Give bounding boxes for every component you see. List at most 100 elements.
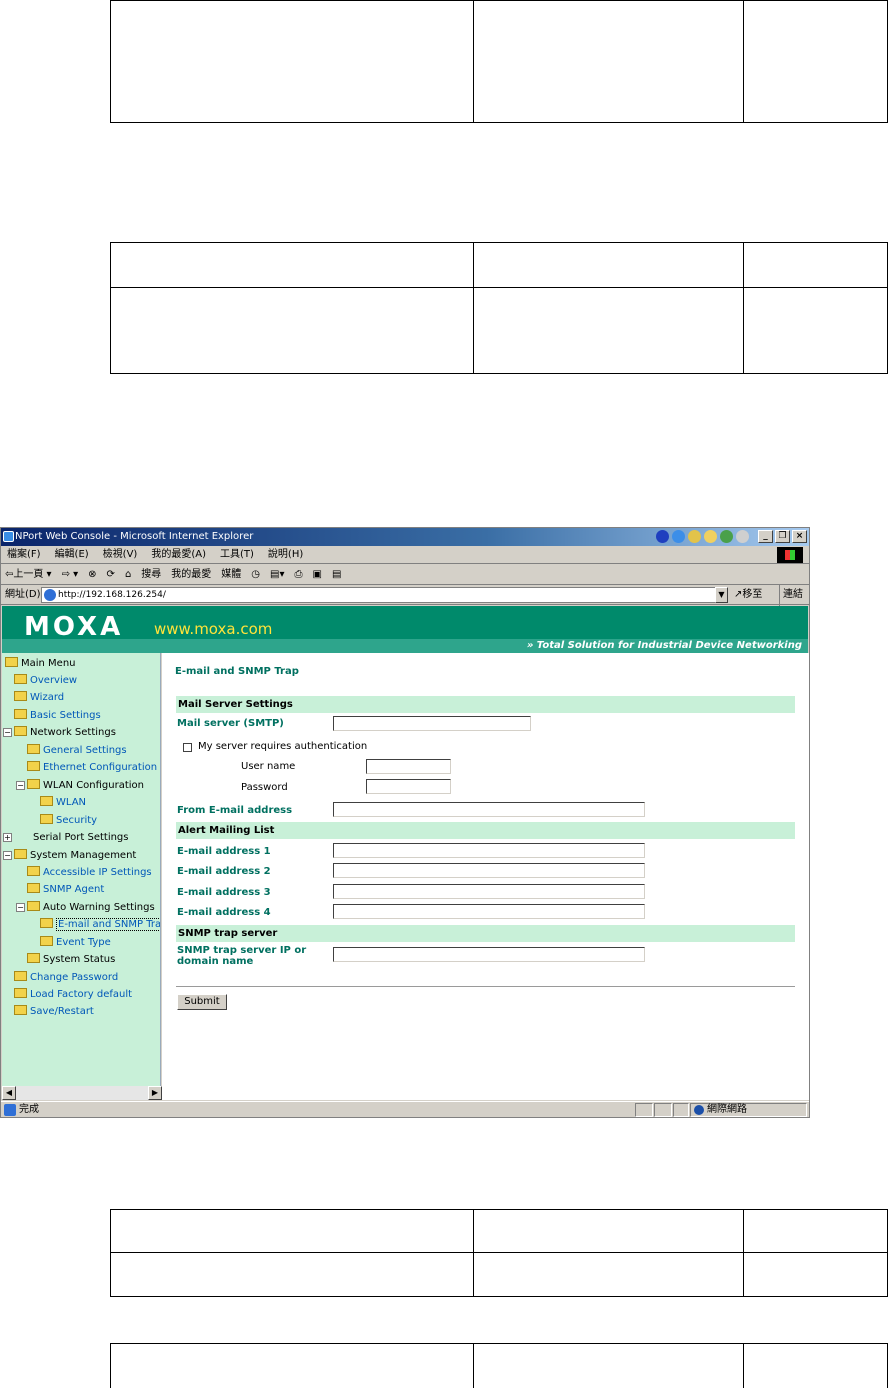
history-icon[interactable]: ◷ (251, 565, 260, 584)
username-input[interactable] (366, 759, 451, 774)
tray-icon (736, 530, 749, 543)
moxa-logo: MOXA (24, 612, 124, 642)
go-button[interactable]: ↗移至 (734, 585, 762, 605)
print-icon[interactable]: ⎙ (295, 565, 303, 584)
url-text: http://192.168.126.254/ (58, 590, 166, 600)
address-input[interactable]: http://192.168.126.254/ (41, 587, 727, 603)
page-done-icon (4, 1104, 16, 1116)
from-email-input[interactable] (333, 802, 645, 817)
email-2-input[interactable] (333, 863, 645, 878)
folder-icon (14, 1005, 27, 1015)
tree-item-save-restart[interactable]: Save/Restart (14, 1004, 94, 1020)
address-label: 網址(D) (5, 589, 41, 600)
browser-window: NPort Web Console - Microsoft Internet E… (0, 527, 810, 1118)
refresh-icon[interactable]: ⟳ (107, 565, 115, 584)
email-1-input[interactable] (333, 843, 645, 858)
menu-view[interactable]: 檢視(V) (103, 546, 138, 563)
menu-edit[interactable]: 編輯(E) (55, 546, 89, 563)
tree-item-accessible-ip-settings[interactable]: Accessible IP Settings (27, 865, 152, 881)
restore-button[interactable]: ❐ (775, 530, 790, 543)
search-button[interactable]: 搜尋 (141, 565, 161, 584)
sidebar-scrollbar[interactable]: ◀ ▶ (2, 1086, 162, 1100)
expand-icon[interactable]: + (3, 833, 12, 842)
tree-item-system-management[interactable]: − System Management (3, 848, 136, 864)
tree-item-general-settings[interactable]: General Settings (27, 743, 127, 759)
ie-icon (3, 531, 14, 542)
tree-item-basic-settings[interactable]: Basic Settings (14, 708, 101, 724)
table-cell (472, 1343, 745, 1388)
menu-help[interactable]: 說明(H) (268, 546, 303, 563)
tray-icon (672, 530, 685, 543)
status-text: 完成 (19, 1104, 39, 1115)
tree-item-change-password[interactable]: Change Password (14, 970, 118, 986)
mail-icon[interactable]: ▤▾ (270, 565, 284, 584)
tree-item-main-menu[interactable]: Main Menu (5, 656, 76, 672)
email-3-label: E-mail address 3 (177, 887, 271, 898)
tree-item-security[interactable]: Security (40, 813, 97, 829)
folder-open-icon (14, 849, 27, 859)
menu-favorites[interactable]: 我的最愛(A) (151, 546, 206, 563)
snmp-server-input[interactable] (333, 947, 645, 962)
tree-item-system-status[interactable]: System Status (27, 952, 115, 968)
tree-item-wlan-configuration[interactable]: − WLAN Configuration (16, 778, 144, 794)
tree-item-wlan[interactable]: WLAN (40, 795, 86, 811)
tree-item-event-type[interactable]: Event Type (40, 935, 111, 951)
tray-icon (704, 530, 717, 543)
back-button[interactable]: ⇦上一頁 ▾ (5, 565, 52, 584)
tray-icon (688, 530, 701, 543)
address-bar: 網址(D) http://192.168.126.254/ ▼ ↗移至 連結 » (1, 585, 809, 625)
folder-open-icon (14, 726, 27, 736)
tree-item-network-settings[interactable]: − Network Settings (3, 725, 116, 741)
menu-tools[interactable]: 工具(T) (220, 546, 254, 563)
discuss-icon[interactable]: ▤ (332, 565, 341, 584)
edit-icon[interactable]: ▣ (313, 565, 322, 584)
password-input[interactable] (366, 779, 451, 794)
table-cell (110, 1252, 474, 1297)
address-dropdown-button[interactable]: ▼ (715, 587, 728, 603)
collapse-icon[interactable]: − (16, 903, 25, 912)
divider (176, 986, 795, 987)
tree-item-ethernet-configuration[interactable]: Ethernet Configuration (27, 760, 157, 776)
email-3-input[interactable] (333, 884, 645, 899)
zone-text: 網際網路 (707, 1104, 747, 1115)
menu-file[interactable]: 檔案(F) (7, 546, 41, 563)
minimize-button[interactable]: _ (758, 530, 773, 543)
scroll-left-icon[interactable]: ◀ (2, 1086, 16, 1100)
mail-server-input[interactable] (333, 716, 531, 731)
folder-icon (14, 674, 27, 684)
tree-item-snmp-agent[interactable]: SNMP Agent (27, 882, 104, 898)
folder-icon (40, 796, 53, 806)
internet-zone-icon (694, 1105, 704, 1115)
table-cell (472, 287, 745, 374)
content-frame: E-mail and SNMP Trap Mail Server Setting… (162, 653, 809, 1100)
media-button[interactable]: 媒體 (221, 565, 241, 584)
status-bar: 完成 網際網路 (1, 1101, 809, 1117)
table-cell (743, 0, 888, 123)
collapse-icon[interactable]: − (3, 851, 12, 860)
tree-item-load-factory-default[interactable]: Load Factory default (14, 987, 132, 1003)
collapse-icon[interactable]: − (3, 728, 12, 737)
auth-checkbox[interactable] (183, 743, 192, 752)
email-4-input[interactable] (333, 904, 645, 919)
table-cell (743, 287, 888, 374)
folder-icon (40, 918, 53, 928)
tray-icon (656, 530, 669, 543)
tree-item-overview[interactable]: Overview (14, 673, 77, 689)
collapse-icon[interactable]: − (16, 781, 25, 790)
tree-item-email-snmp-trap[interactable]: E-mail and SNMP Trap (40, 917, 160, 933)
stop-icon[interactable]: ⊗ (88, 565, 96, 584)
doc-table-1 (110, 0, 888, 123)
tree-item-serial-port-settings[interactable]: + Serial Port Settings (3, 830, 129, 846)
home-icon[interactable]: ⌂ (125, 565, 131, 584)
favorites-button[interactable]: 我的最愛 (171, 565, 211, 584)
password-label: Password (241, 782, 288, 793)
tree-item-auto-warning-settings[interactable]: − Auto Warning Settings (16, 900, 155, 916)
table-cell (472, 1209, 745, 1253)
forward-button[interactable]: ⇨ ▾ (62, 565, 79, 584)
tree-item-wizard[interactable]: Wizard (14, 690, 64, 706)
scroll-right-icon[interactable]: ▶ (148, 1086, 162, 1100)
page-icon (44, 589, 56, 601)
submit-button[interactable]: Submit (177, 994, 227, 1010)
close-button[interactable]: × (792, 530, 807, 543)
snmp-server-label-line2: domain name (177, 956, 254, 967)
